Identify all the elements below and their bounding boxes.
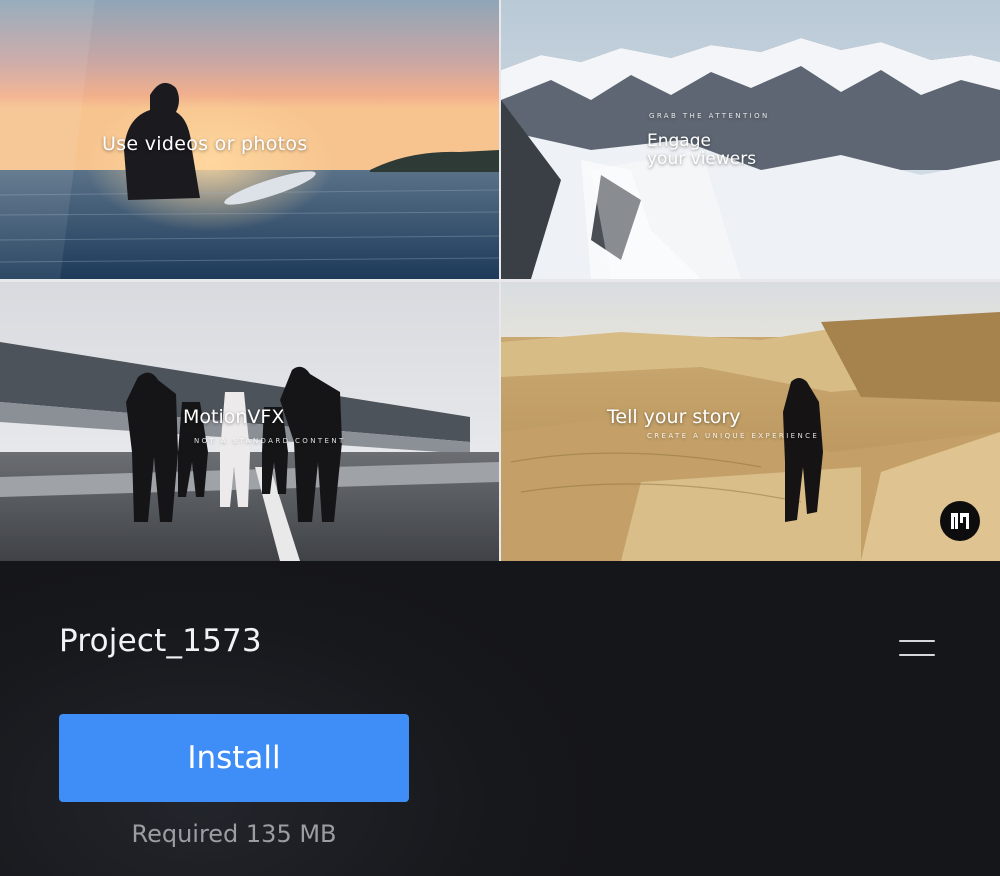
desert-dunes-image <box>501 282 1000 561</box>
template-card: Use videos or photos GRAB THE ATTENTION … <box>0 0 1000 876</box>
menu-line-top <box>899 640 935 642</box>
project-title: Project_1573 <box>59 623 262 659</box>
info-panel: Project_1573 Install Required 135 MB <box>0 561 1000 876</box>
preview-tile-desert: Tell your story CREATE A UNIQUE EXPERIEN… <box>501 282 1000 561</box>
preview-grid[interactable]: Use videos or photos GRAB THE ATTENTION … <box>0 0 1000 561</box>
tile-caption: MotionVFX <box>183 406 285 428</box>
tile-eyebrow: GRAB THE ATTENTION <box>649 112 770 120</box>
tile-subcaption: CREATE A UNIQUE EXPERIENCE <box>647 432 820 440</box>
motionvfx-logo-icon <box>940 501 980 541</box>
grid-divider-horizontal <box>0 279 1000 282</box>
install-button[interactable]: Install <box>59 714 409 802</box>
tile-caption: Tell your story <box>607 406 741 428</box>
preview-tile-ocean: Use videos or photos <box>0 0 499 279</box>
preview-tile-group: MotionVFX NOT A STANDARD CONTENT <box>0 282 499 561</box>
preview-tile-mountains: GRAB THE ATTENTION Engage your viewers <box>501 0 1000 279</box>
hamburger-menu-icon[interactable] <box>895 637 939 661</box>
menu-line-bottom <box>899 654 935 656</box>
tile-caption-line2: your viewers <box>647 149 757 169</box>
snowy-mountains-image <box>501 0 1000 279</box>
required-size-text: Required 135 MB <box>131 820 337 848</box>
tile-caption: Use videos or photos <box>102 133 308 155</box>
tile-subcaption: NOT A STANDARD CONTENT <box>194 437 346 445</box>
tile-caption-line1: Engage <box>647 131 711 151</box>
